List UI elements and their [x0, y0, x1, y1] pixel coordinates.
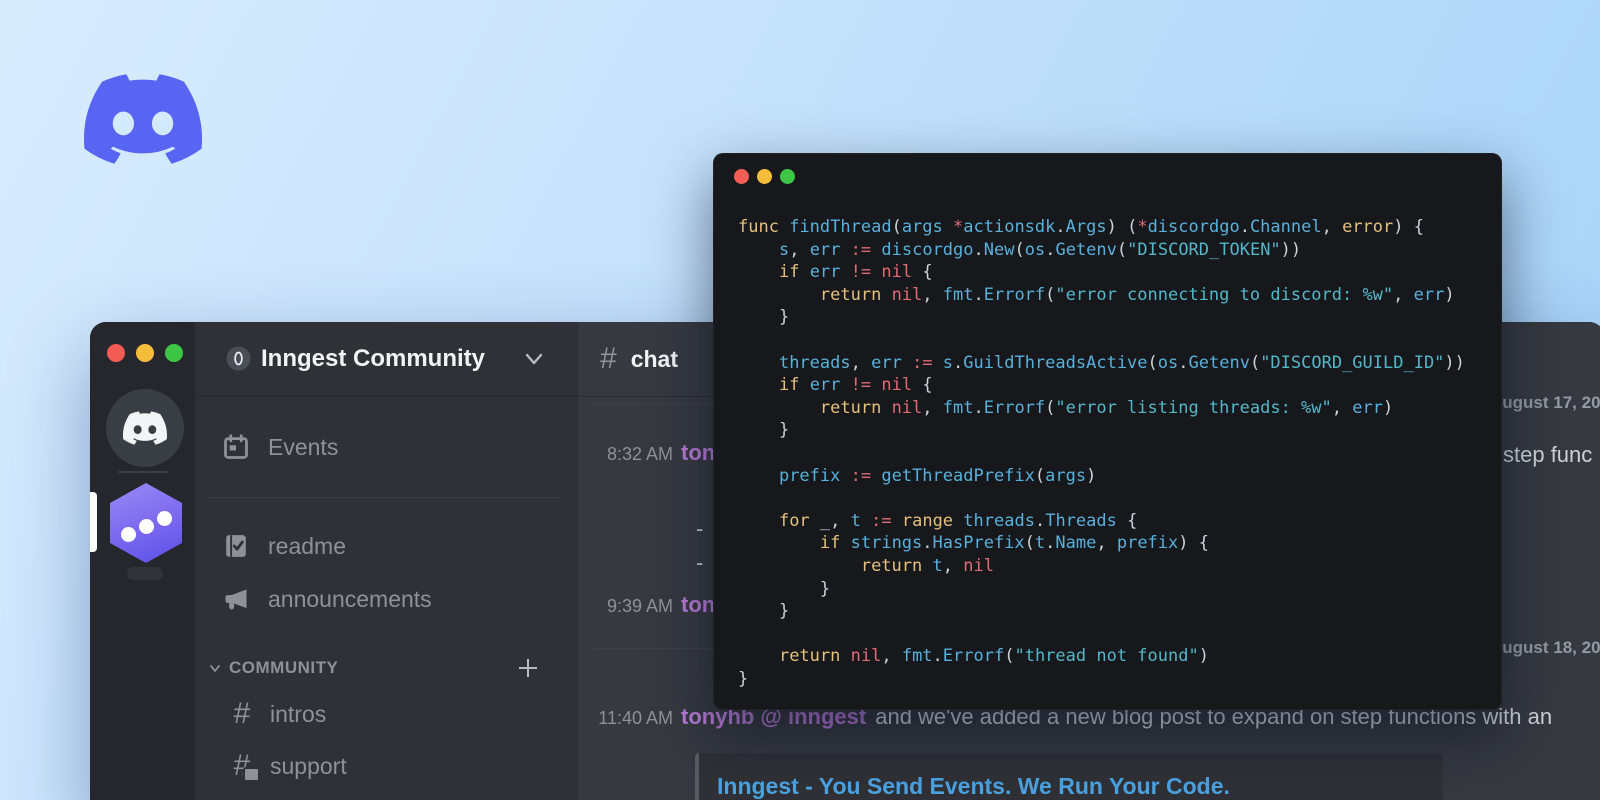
code-line: }: [738, 601, 790, 622]
code-line: if err != nil {: [778, 375, 933, 396]
code-line: }: [738, 307, 790, 328]
rail-divider: [118, 471, 168, 473]
server-rail: [90, 322, 195, 800]
code-line: if strings.HasPrefix(t.Name, prefix) {: [819, 533, 1209, 554]
code-line: func findThread(args *actionsdk.Args) (*…: [738, 217, 1424, 237]
sidebar-item-events[interactable]: Events: [195, 432, 578, 462]
code-line: return nil, fmt.Errorf("thread not found…: [778, 646, 1209, 667]
server-name: Inngest Community: [261, 344, 486, 372]
hash-icon: #: [600, 342, 617, 375]
sidebar-item-label: Events: [268, 433, 339, 460]
code-line: return nil, fmt.Errorf("error connecting…: [819, 284, 1455, 305]
link-embed: Inngest - You Send Events. We Run Your C…: [695, 753, 1443, 800]
sidebar-item-label: intros: [270, 700, 327, 727]
page-background: Inngest Community Events readme announce…: [0, 0, 1600, 800]
hash-icon: #: [233, 697, 251, 730]
list-dash: -: [696, 550, 704, 575]
sidebar-item-label: readme: [268, 532, 346, 559]
chevron-down-icon[interactable]: [524, 352, 544, 366]
calendar-icon: [222, 433, 250, 461]
channel-title: chat: [630, 345, 678, 372]
code-line: }: [738, 420, 790, 441]
inngest-server-button[interactable]: [110, 483, 182, 563]
code-line: for _, t := range threads.Threads {: [778, 510, 1138, 531]
megaphone-icon: [222, 585, 250, 613]
discord-logo-icon: [84, 74, 203, 164]
sidebar-item-support[interactable]: # support: [195, 751, 578, 782]
sidebar-item-announcements[interactable]: announcements: [195, 584, 578, 614]
code-window: func findThread(args *actionsdk.Args) (*…: [713, 153, 1502, 710]
category-label: COMMUNITY: [229, 658, 339, 677]
sidebar-item-label: support: [270, 752, 347, 779]
discord-home-button[interactable]: [106, 389, 184, 467]
channel-sidebar: Inngest Community Events readme announce…: [195, 322, 578, 800]
message-timestamp: 8:32 AM: [606, 444, 673, 464]
message-timestamp: 11:40 AM: [598, 708, 673, 728]
sidebar-category-community[interactable]: COMMUNITY: [195, 654, 578, 682]
code-line: }: [738, 578, 831, 599]
close-button[interactable]: [107, 344, 125, 362]
code-line: s, err := discordgo.New(os.Getenv("DISCO…: [778, 239, 1302, 260]
chevron-down-icon: [210, 664, 220, 672]
hash-bubble-icon: #: [228, 751, 260, 782]
window-controls: [734, 169, 795, 184]
code-line: prefix := getThreadPrefix(args): [778, 465, 1097, 486]
message-text-fragment: step func: [1503, 442, 1593, 467]
channel-list: Events readme announcements COMMUNITY # …: [195, 396, 578, 800]
minimize-button[interactable]: [757, 169, 772, 184]
sidebar-item-readme[interactable]: readme: [195, 531, 578, 561]
code-window-titlebar: [714, 154, 1501, 187]
active-server-pill: [90, 492, 97, 552]
list-dash: -: [696, 516, 704, 541]
server-header[interactable]: Inngest Community: [195, 322, 578, 396]
code-line: }: [738, 668, 749, 689]
zoom-button[interactable]: [780, 169, 795, 184]
window-controls: [107, 344, 183, 362]
server-item-partial: [127, 567, 163, 580]
add-channel-icon[interactable]: [517, 657, 539, 679]
close-button[interactable]: [734, 169, 749, 184]
code-line: if err != nil {: [778, 262, 933, 283]
minimize-button[interactable]: [136, 344, 154, 362]
sidebar-item-label: announcements: [268, 585, 432, 612]
code-line: return t, nil: [860, 555, 994, 576]
sidebar-divider: [208, 497, 560, 498]
code-line: threads, err := s.GuildThreadsActive(os.…: [778, 352, 1465, 373]
book-check-icon: [222, 532, 250, 560]
message-timestamp: 9:39 AM: [606, 596, 673, 616]
discord-mark-icon: [123, 411, 167, 445]
sidebar-item-intros[interactable]: # intros: [195, 699, 578, 729]
community-badge-icon: [226, 346, 251, 371]
code-line: return nil, fmt.Errorf("error listing th…: [819, 397, 1394, 418]
embed-title-link[interactable]: Inngest - You Send Events. We Run Your C…: [717, 773, 1425, 800]
zoom-button[interactable]: [165, 344, 183, 362]
code-content: func findThread(args *actionsdk.Args) (*…: [714, 216, 1501, 690]
